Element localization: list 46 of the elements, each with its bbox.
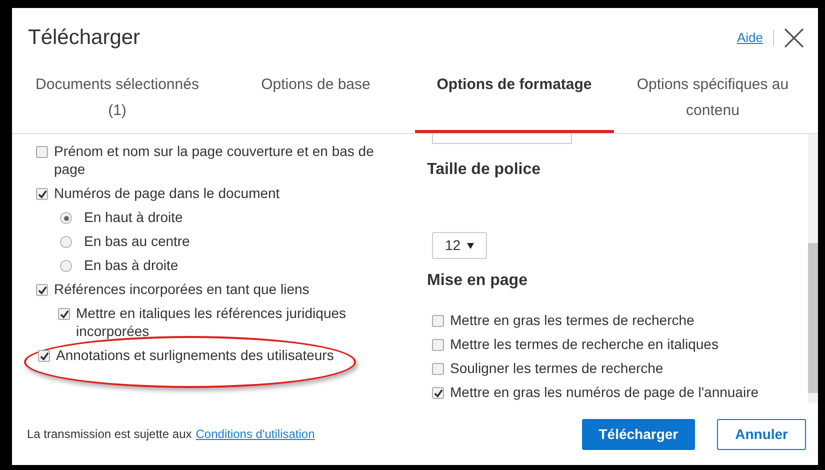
radio-button[interactable] bbox=[60, 260, 72, 272]
checkbox[interactable] bbox=[58, 308, 70, 320]
checkbox[interactable] bbox=[36, 284, 48, 296]
option-label: Numéros de page dans le document bbox=[54, 184, 280, 202]
download-button[interactable]: Télécharger bbox=[582, 418, 696, 450]
checkbox[interactable] bbox=[38, 350, 50, 362]
option-label: Annotations et surlignements des utilisateurs bbox=[56, 346, 334, 364]
cancel-button[interactable]: Annuler bbox=[717, 418, 806, 450]
scrollbar[interactable] bbox=[808, 134, 818, 403]
tab[interactable]: Options de base bbox=[216, 68, 415, 133]
checkbox[interactable] bbox=[36, 146, 48, 158]
terms-link[interactable]: Conditions d'utilisation bbox=[196, 425, 315, 443]
option-label: Prénom et nom sur la page couverture et en bas de page bbox=[54, 142, 375, 178]
checkbox[interactable] bbox=[432, 315, 444, 327]
option-label: Références incorporées en tant que liens bbox=[54, 280, 310, 298]
option-label: Souligner les termes de recherche bbox=[450, 359, 664, 377]
tab[interactable]: Options spécifiques au contenu bbox=[614, 68, 812, 133]
tab[interactable]: Documents sélectionnés (1) bbox=[18, 68, 216, 133]
caret-icon bbox=[467, 242, 474, 248]
checkmark-icon bbox=[38, 190, 46, 198]
checkmark-icon bbox=[60, 310, 68, 318]
option-label: En haut à droite bbox=[84, 208, 183, 226]
checkbox[interactable] bbox=[432, 363, 444, 375]
dialog-title: Télécharger bbox=[28, 25, 140, 52]
help-link[interactable]: Aide bbox=[736, 28, 763, 48]
checkmark-icon bbox=[40, 352, 48, 360]
option-label: Mettre les termes de recherche en italiques bbox=[450, 335, 718, 353]
radio-button[interactable] bbox=[60, 212, 72, 224]
checkmark-icon bbox=[434, 388, 442, 398]
option-label: Mettre en gras les numéros de page de l'annuaire bbox=[450, 383, 759, 401]
section-heading: Taille de police bbox=[427, 160, 542, 180]
tab[interactable]: Options de formatage bbox=[415, 68, 614, 133]
close-icon[interactable] bbox=[784, 28, 804, 48]
checkbox[interactable] bbox=[36, 188, 48, 200]
terms-notice: La transmission est sujette aux bbox=[27, 426, 192, 443]
checkbox[interactable] bbox=[432, 387, 444, 399]
option-label: En bas à droite bbox=[84, 256, 178, 274]
checkmark-icon bbox=[38, 286, 46, 294]
checkbox[interactable] bbox=[432, 339, 444, 351]
option-label: Mettre en italiques les références juridiques incorporées bbox=[76, 304, 348, 340]
section-heading: Mise en page bbox=[427, 271, 528, 291]
font-field[interactable] bbox=[432, 134, 572, 144]
option-label: Mettre en gras les termes de recherche bbox=[450, 311, 694, 329]
font-size-select[interactable]: 12 bbox=[432, 232, 487, 259]
option-label: En bas au centre bbox=[84, 232, 190, 250]
radio-button[interactable] bbox=[60, 236, 72, 248]
